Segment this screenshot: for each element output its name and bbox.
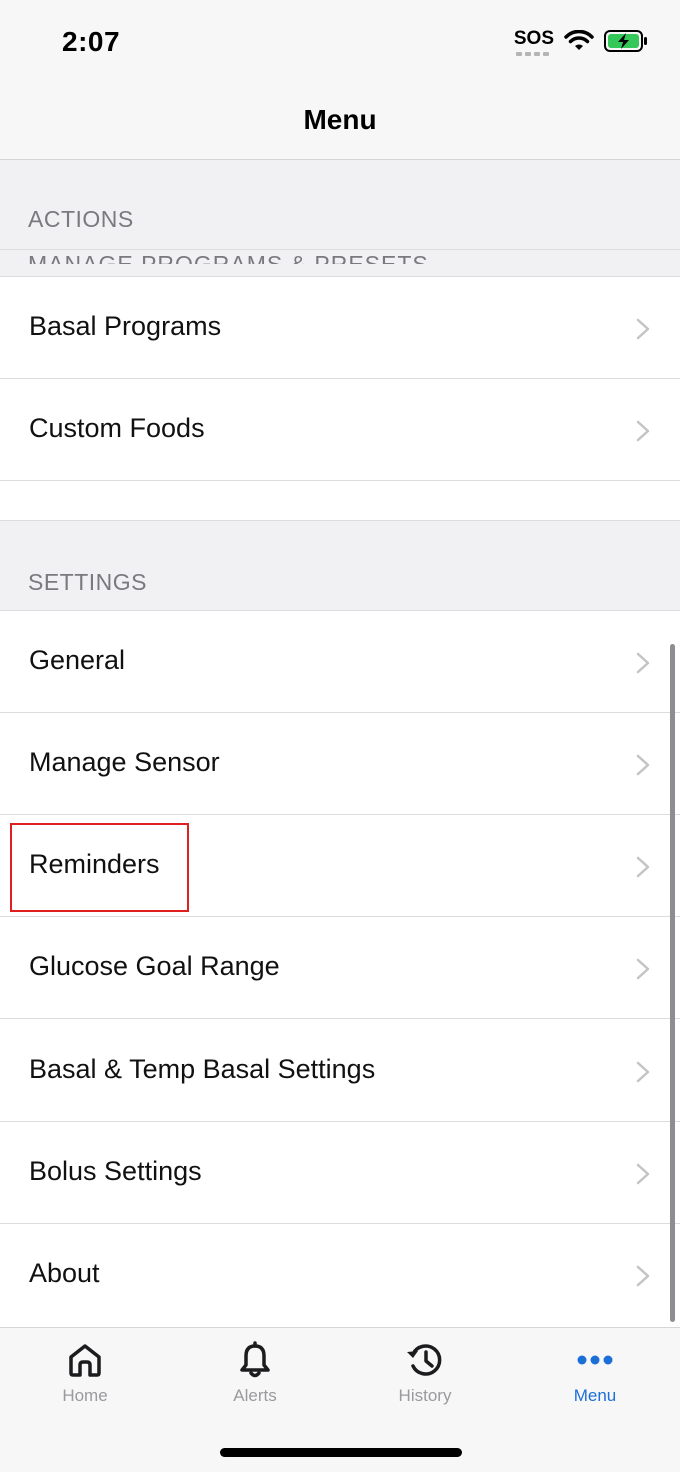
nav-header: Menu xyxy=(0,80,680,160)
home-icon xyxy=(69,1344,101,1377)
chevron-right-icon xyxy=(636,1061,650,1083)
chevron-right-icon xyxy=(636,958,650,980)
scrollbar[interactable] xyxy=(670,644,675,1322)
menu-item-label: Custom Foods xyxy=(29,413,205,443)
section-title-settings: SETTINGS xyxy=(28,569,148,595)
menu-list[interactable]: ACTIONS MANAGE PROGRAMS & PRESETS Basal … xyxy=(0,160,680,1327)
chevron-right-icon xyxy=(636,420,650,442)
menu-item-label: About xyxy=(29,1258,100,1288)
home-indicator[interactable] xyxy=(220,1448,462,1457)
status-icons: SOS xyxy=(513,28,648,56)
tab-history[interactable]: History xyxy=(340,1328,510,1428)
sos-label: SOS xyxy=(513,28,554,49)
tab-label: Alerts xyxy=(233,1386,277,1405)
status-bar: 2:07 SOS xyxy=(0,0,680,80)
menu-spacer-row xyxy=(0,481,680,521)
menu-item-basal-temp-basal-settings[interactable]: Basal & Temp Basal Settings xyxy=(0,1020,680,1122)
menu-item-label: Reminders xyxy=(29,849,160,879)
menu-item-basal-programs[interactable]: Basal Programs xyxy=(0,277,680,379)
chevron-right-icon xyxy=(636,1163,650,1185)
tab-label: Menu xyxy=(573,1386,617,1405)
menu-item-custom-foods[interactable]: Custom Foods xyxy=(0,379,680,481)
menu-item-label: Basal Programs xyxy=(29,311,222,341)
tab-label: Home xyxy=(62,1386,108,1405)
subheader-label: MANAGE PROGRAMS & PRESETS xyxy=(28,251,429,264)
chevron-right-icon xyxy=(636,652,650,674)
battery-charging-icon xyxy=(604,30,647,52)
menu-item-label: Glucose Goal Range xyxy=(29,951,280,981)
menu-item-glucose-goal-range[interactable]: Glucose Goal Range xyxy=(0,917,680,1019)
wifi-icon xyxy=(564,30,594,50)
menu-item-manage-sensor[interactable]: Manage Sensor xyxy=(0,713,680,815)
tab-label: History xyxy=(398,1386,452,1405)
chevron-right-icon xyxy=(636,318,650,340)
status-time: 2:07 xyxy=(62,26,121,57)
section-header-settings: SETTINGS xyxy=(0,521,680,610)
menu-item-about[interactable]: About xyxy=(0,1224,680,1326)
chevron-right-icon xyxy=(636,754,650,776)
chevron-right-icon xyxy=(636,856,650,878)
sos-indicator: SOS xyxy=(513,28,554,56)
tab-home[interactable]: Home xyxy=(0,1328,170,1428)
tab-alerts[interactable]: Alerts xyxy=(170,1328,340,1428)
tab-menu[interactable]: Menu xyxy=(510,1328,680,1428)
bell-icon xyxy=(240,1341,270,1378)
menu-item-reminders[interactable]: Reminders xyxy=(0,815,680,917)
chevron-right-icon xyxy=(636,1265,650,1287)
menu-item-label: Manage Sensor xyxy=(29,747,220,777)
more-dots-icon xyxy=(577,1355,613,1365)
history-icon xyxy=(407,1344,442,1376)
section-header-actions: ACTIONS xyxy=(0,160,680,249)
subheader-manage-programs: MANAGE PROGRAMS & PRESETS xyxy=(0,250,680,276)
page-title: Menu xyxy=(303,103,377,135)
menu-item-label: Bolus Settings xyxy=(29,1156,202,1186)
menu-item-general[interactable]: General xyxy=(0,611,680,713)
menu-item-label: General xyxy=(29,645,126,675)
section-title-actions: ACTIONS xyxy=(28,206,134,232)
menu-item-bolus-settings[interactable]: Bolus Settings xyxy=(0,1122,680,1224)
menu-item-label: Basal & Temp Basal Settings xyxy=(29,1054,376,1084)
